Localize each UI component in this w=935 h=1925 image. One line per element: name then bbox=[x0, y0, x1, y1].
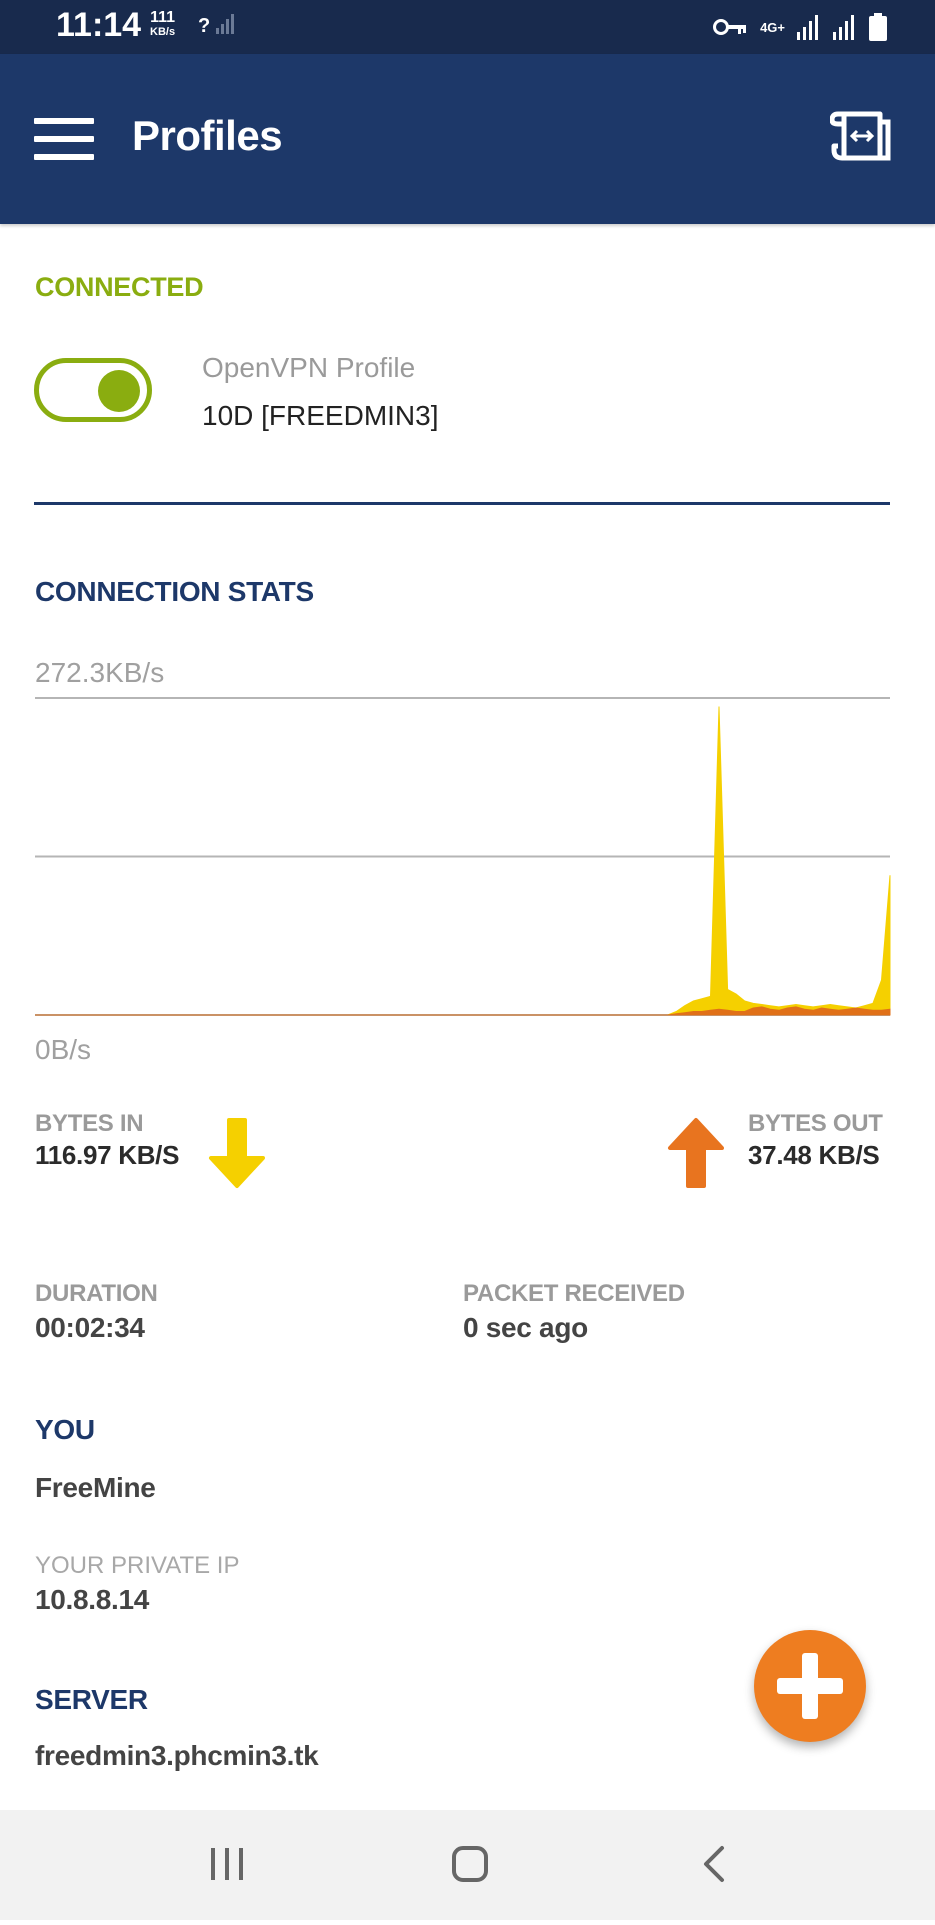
private-ip-label: YOUR PRIVATE IP bbox=[35, 1552, 240, 1579]
duration-value: 00:02:34 bbox=[35, 1312, 145, 1343]
signal-icon bbox=[797, 15, 818, 40]
connection-stats-heading: CONNECTION STATS bbox=[35, 576, 314, 607]
status-speed-unit: KB/s bbox=[150, 26, 176, 38]
network-type-label: 4G+ bbox=[760, 19, 785, 35]
arrow-down-icon bbox=[209, 1118, 265, 1188]
you-name: FreeMine bbox=[35, 1472, 156, 1503]
section-divider bbox=[34, 502, 890, 505]
chart-min-label: 0B/s bbox=[35, 1034, 92, 1065]
vpn-connection-toggle[interactable] bbox=[34, 358, 152, 422]
menu-icon[interactable] bbox=[34, 118, 94, 160]
chart-max-label: 272.3KB/s bbox=[35, 657, 165, 688]
page-title: Profiles bbox=[132, 112, 283, 159]
system-nav-bar bbox=[0, 1810, 935, 1920]
server-heading: SERVER bbox=[35, 1684, 148, 1715]
home-icon bbox=[452, 1846, 488, 1882]
status-network-speed: 111 KB/s bbox=[150, 10, 175, 40]
packet-received-value: 0 sec ago bbox=[463, 1312, 588, 1343]
server-host: freedmin3.phcmin3.tk bbox=[35, 1740, 319, 1771]
bytes-in-area bbox=[35, 706, 891, 1016]
toggle-knob bbox=[98, 370, 140, 412]
bytes-in-label: BYTES IN bbox=[35, 1110, 144, 1137]
plus-icon-bar bbox=[802, 1653, 818, 1719]
import-profile-icon[interactable] bbox=[829, 108, 892, 170]
signal-icon bbox=[833, 15, 854, 40]
battery-icon bbox=[869, 13, 887, 41]
add-profile-button[interactable] bbox=[754, 1630, 866, 1742]
vpn-key-icon bbox=[713, 19, 747, 35]
you-heading: YOU bbox=[35, 1414, 95, 1445]
signal-empty-icon bbox=[215, 14, 234, 34]
profile-name: 10D [FREEDMIN3] bbox=[202, 400, 439, 431]
connection-status: CONNECTED bbox=[35, 272, 204, 302]
status-right-icons: 4G+ bbox=[712, 10, 887, 44]
profile-type-label: OpenVPN Profile bbox=[202, 352, 416, 383]
app-bar: Profiles bbox=[0, 54, 935, 224]
status-bar: 11:14 111 KB/s ? 4G+ bbox=[0, 0, 935, 54]
packet-received-label: PACKET RECEIVED bbox=[463, 1280, 685, 1307]
recents-button[interactable] bbox=[167, 1810, 287, 1920]
duration-label: DURATION bbox=[35, 1280, 158, 1307]
traffic-chart bbox=[35, 697, 891, 1016]
status-time: 11:14 bbox=[56, 6, 142, 44]
bytes-out-label: BYTES OUT bbox=[748, 1110, 883, 1137]
private-ip-value: 10.8.8.14 bbox=[35, 1584, 150, 1615]
home-button[interactable] bbox=[410, 1810, 530, 1920]
bytes-out-area bbox=[35, 1006, 891, 1016]
status-unknown-mark: ? bbox=[198, 15, 211, 37]
bytes-in-value: 116.97 KB/S bbox=[35, 1140, 180, 1170]
status-speed-value: 111 bbox=[150, 9, 175, 26]
arrow-up-icon bbox=[668, 1118, 724, 1188]
back-button[interactable] bbox=[654, 1810, 774, 1920]
bytes-out-value: 37.48 KB/S bbox=[748, 1140, 880, 1170]
recents-icon bbox=[211, 1848, 243, 1880]
status-unknown-network: ? bbox=[198, 12, 236, 38]
back-icon bbox=[704, 1846, 724, 1882]
